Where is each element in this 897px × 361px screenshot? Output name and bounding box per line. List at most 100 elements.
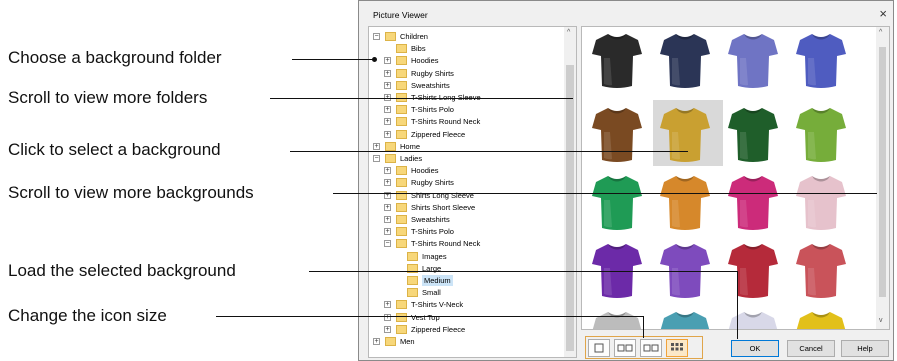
folder-icon bbox=[396, 68, 407, 78]
scroll-down-icon[interactable]: v bbox=[879, 317, 883, 324]
leader-line-select bbox=[290, 151, 688, 152]
icon-size-extra-large-button[interactable] bbox=[666, 339, 688, 357]
expand-icon[interactable]: + bbox=[384, 69, 391, 77]
callout-scroll-backgrounds: Scroll to view more backgrounds bbox=[8, 183, 254, 202]
tshirt-thumbnail[interactable] bbox=[656, 240, 714, 300]
leader-dot-folder bbox=[372, 57, 377, 62]
tree-item-label: Ladies bbox=[400, 154, 423, 163]
expand-icon[interactable]: + bbox=[384, 228, 391, 236]
scroll-up-icon[interactable]: ^ bbox=[567, 29, 570, 36]
expand-icon[interactable]: + bbox=[384, 325, 391, 333]
scroll-up-icon[interactable]: ^ bbox=[879, 29, 882, 36]
tshirt-thumbnail[interactable] bbox=[588, 104, 646, 164]
callout-choose-folder: Choose a background folder bbox=[8, 48, 222, 67]
help-button[interactable]: Help bbox=[841, 340, 889, 357]
tree-item-label: Bibs bbox=[411, 44, 426, 54]
icon-size-small-button[interactable] bbox=[588, 339, 610, 357]
folder-icon bbox=[396, 324, 407, 334]
tshirt-thumbnail[interactable] bbox=[656, 172, 714, 232]
tshirt-thumbnail[interactable] bbox=[656, 30, 714, 90]
tshirt-thumbnail[interactable] bbox=[656, 308, 714, 329]
tree-item-label: Men bbox=[400, 337, 415, 346]
tree-item-label: Small bbox=[422, 288, 441, 298]
expand-icon[interactable]: + bbox=[384, 301, 391, 309]
folder-icon bbox=[396, 105, 407, 115]
tree-item-label: Images bbox=[422, 251, 447, 261]
tshirt-thumbnail[interactable] bbox=[724, 172, 782, 232]
tree-item-label: T-Shirts Round Neck bbox=[411, 117, 481, 127]
folder-icon bbox=[396, 117, 407, 127]
gallery-scroll-thumb[interactable] bbox=[879, 47, 886, 297]
tshirt-thumbnail[interactable] bbox=[656, 104, 714, 164]
cancel-button[interactable]: Cancel bbox=[787, 340, 835, 357]
expand-icon[interactable]: + bbox=[384, 313, 391, 321]
tree-item-label: Rugby Shirts bbox=[411, 178, 454, 188]
folder-icon bbox=[396, 190, 407, 200]
icon-size-small-icon bbox=[594, 343, 604, 353]
tshirt-thumbnail[interactable] bbox=[588, 240, 646, 300]
tree-item-label: Vest Top bbox=[411, 312, 440, 322]
folder-icon bbox=[396, 80, 407, 90]
folder-icon bbox=[385, 337, 396, 346]
folder-icon bbox=[396, 215, 407, 224]
tshirt-thumbnail[interactable] bbox=[792, 308, 850, 329]
folder-icon bbox=[396, 300, 407, 310]
leader-vline-load bbox=[737, 271, 738, 339]
tshirt-thumbnail[interactable] bbox=[792, 104, 850, 164]
tshirt-thumbnail[interactable] bbox=[588, 30, 646, 90]
folder-tree-scroll-thumb[interactable] bbox=[566, 65, 574, 351]
tree-item-label: T-Shirts Polo bbox=[411, 105, 454, 115]
window-title: Picture Viewer bbox=[373, 10, 428, 20]
leader-vline-icon-size bbox=[643, 316, 644, 338]
tshirt-thumbnail[interactable] bbox=[792, 172, 850, 232]
icon-size-medium-icon bbox=[617, 344, 633, 352]
tree-item-label: Zippered Fleece bbox=[411, 324, 466, 334]
expand-icon[interactable]: + bbox=[384, 179, 391, 187]
expand-icon[interactable]: + bbox=[384, 106, 391, 114]
folder-tree[interactable]: − Children Bibs + Hoodies + Rugby Shirts + Sweat… bbox=[368, 26, 577, 358]
expand-icon[interactable]: + bbox=[373, 142, 380, 150]
folder-icon bbox=[396, 239, 407, 249]
gallery-scrollbar[interactable]: ^ v bbox=[876, 27, 889, 329]
collapse-icon[interactable]: − bbox=[373, 33, 380, 40]
tree-item-label: Sweatshirts bbox=[411, 80, 450, 90]
folder-icon bbox=[396, 166, 407, 176]
expand-icon[interactable]: + bbox=[384, 81, 391, 89]
tree-item-label: Hoodies bbox=[411, 56, 439, 66]
ok-button[interactable]: OK bbox=[731, 340, 779, 357]
folder-icon bbox=[407, 251, 418, 261]
expand-icon[interactable]: + bbox=[384, 118, 391, 126]
folder-icon bbox=[385, 154, 396, 163]
tshirt-thumbnail[interactable] bbox=[588, 172, 646, 232]
callout-load-background: Load the selected background bbox=[8, 261, 236, 280]
leader-line-scroll-folders bbox=[270, 98, 573, 99]
folder-icon bbox=[396, 202, 407, 212]
close-icon[interactable]: × bbox=[879, 6, 887, 21]
folder-icon bbox=[385, 141, 396, 151]
expand-icon[interactable]: + bbox=[384, 167, 391, 175]
tshirt-thumbnail[interactable] bbox=[724, 30, 782, 90]
expand-icon[interactable]: + bbox=[384, 216, 391, 223]
folder-tree-scrollbar[interactable]: ^ bbox=[564, 27, 576, 357]
tshirt-thumbnail[interactable] bbox=[724, 240, 782, 300]
icon-size-medium-button[interactable] bbox=[614, 339, 636, 357]
tshirt-thumbnail[interactable] bbox=[588, 308, 646, 329]
expand-icon[interactable]: + bbox=[384, 57, 391, 65]
icon-size-large-button[interactable] bbox=[640, 339, 662, 357]
expand-icon[interactable]: + bbox=[384, 130, 391, 138]
expand-icon[interactable]: + bbox=[373, 338, 380, 345]
tree-item-label: Rugby Shirts bbox=[411, 68, 454, 78]
leader-line-icon-size bbox=[216, 316, 644, 317]
callout-change-icon-size: Change the icon size bbox=[8, 306, 167, 325]
collapse-icon[interactable]: − bbox=[384, 240, 391, 248]
tree-item-label: Medium bbox=[422, 275, 453, 286]
icon-size-large-icon bbox=[643, 344, 659, 352]
tree-item-label: T-Shirts V-Neck bbox=[411, 300, 464, 310]
collapse-icon[interactable]: − bbox=[373, 155, 380, 162]
expand-icon[interactable]: + bbox=[384, 203, 391, 211]
tshirt-thumbnail[interactable] bbox=[792, 30, 850, 90]
tshirt-thumbnail[interactable] bbox=[724, 308, 782, 329]
tshirt-thumbnail[interactable] bbox=[792, 240, 850, 300]
folder-icon bbox=[407, 288, 418, 298]
tshirt-thumbnail[interactable] bbox=[724, 104, 782, 164]
